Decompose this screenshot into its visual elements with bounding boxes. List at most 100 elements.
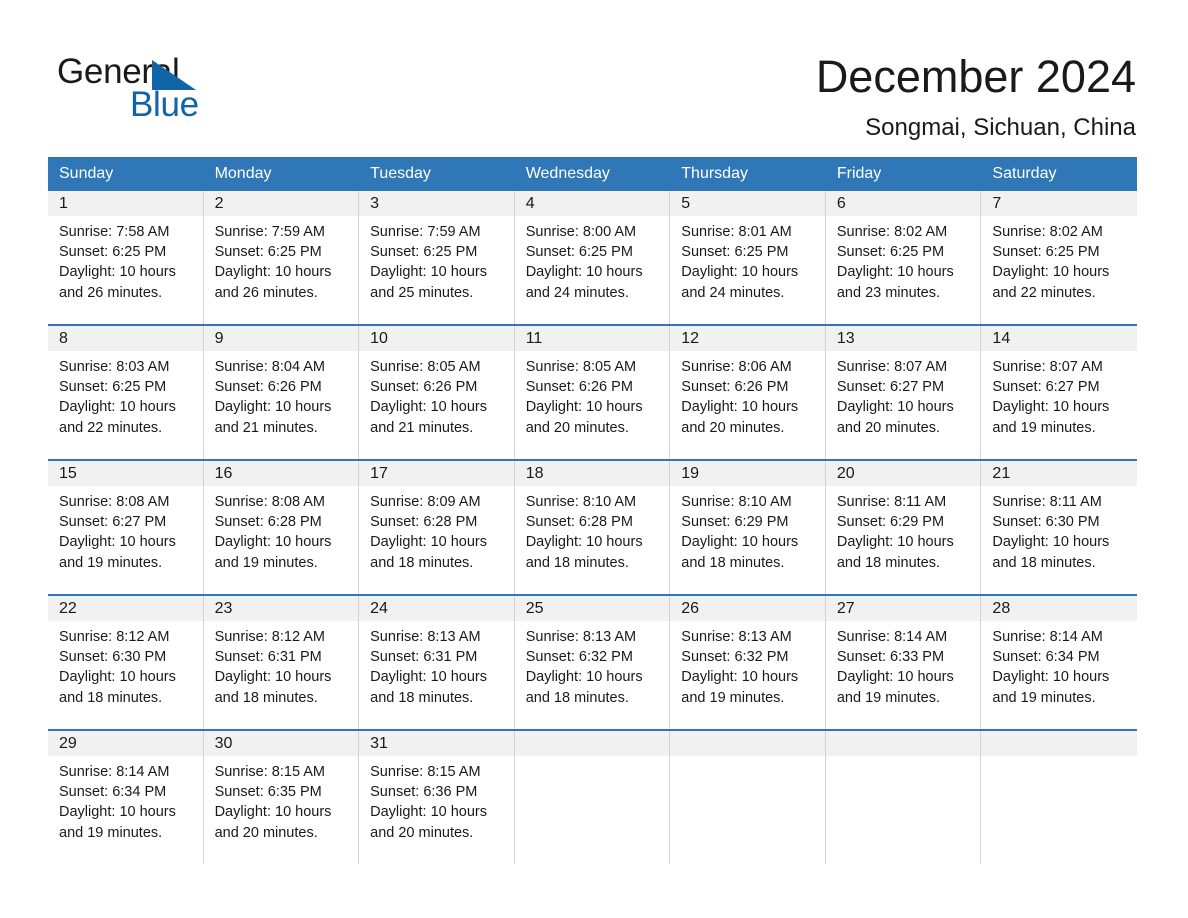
day-cell[interactable]: 16 Sunrise: 8:08 AM Sunset: 6:28 PM Dayl… [203, 461, 360, 594]
day-number-band: 6 [825, 191, 981, 216]
day-number: 1 [59, 195, 68, 212]
sunrise-text: Sunrise: 8:07 AM [836, 359, 948, 375]
day-number-band [981, 731, 1137, 756]
day-cell[interactable]: 26 Sunrise: 8:13 AM Sunset: 6:32 PM Dayl… [670, 596, 826, 729]
day-cell[interactable]: 8 Sunrise: 8:03 AM Sunset: 6:25 PM Dayli… [48, 326, 204, 459]
day-number-band: 2 [203, 191, 359, 216]
day-number: 8 [59, 330, 68, 347]
day-info: Sunrise: 8:01 AM Sunset: 6:25 PM Dayligh… [670, 216, 825, 303]
day-cell[interactable]: 29 Sunrise: 8:14 AM Sunset: 6:34 PM Dayl… [48, 731, 204, 864]
day-info [826, 756, 981, 762]
day-number: 23 [214, 600, 233, 617]
daylight-text: Daylight: 10 hours and 18 minutes. [836, 534, 954, 571]
sunset-text: Sunset: 6:27 PM [992, 379, 1100, 396]
daylight-text: Daylight: 10 hours and 22 minutes. [992, 264, 1110, 301]
day-number-band: 20 [825, 461, 981, 486]
day-cell[interactable]: 11 Sunrise: 8:05 AM Sunset: 6:26 PM Dayl… [514, 326, 671, 459]
day-info: Sunrise: 8:09 AM Sunset: 6:28 PM Dayligh… [359, 486, 514, 573]
day-cell[interactable]: 20 Sunrise: 8:11 AM Sunset: 6:29 PM Dayl… [825, 461, 982, 594]
week-row: 8 Sunrise: 8:03 AM Sunset: 6:25 PM Dayli… [48, 324, 1137, 459]
day-cell[interactable]: 28 Sunrise: 8:14 AM Sunset: 6:34 PM Dayl… [981, 596, 1137, 729]
day-info [515, 756, 670, 762]
day-cell[interactable]: 6 Sunrise: 8:02 AM Sunset: 6:25 PM Dayli… [825, 191, 982, 324]
day-number: 17 [370, 465, 388, 482]
daylight-text: Daylight: 10 hours and 25 minutes. [370, 264, 488, 301]
sunset-text: Sunset: 6:35 PM [214, 784, 322, 801]
day-info: Sunrise: 8:07 AM Sunset: 6:27 PM Dayligh… [981, 351, 1137, 438]
sunrise-text: Sunrise: 8:03 AM [59, 359, 170, 375]
daylight-text: Daylight: 10 hours and 21 minutes. [214, 399, 332, 436]
day-cell[interactable]: 1 Sunrise: 7:58 AM Sunset: 6:25 PM Dayli… [48, 191, 204, 324]
day-cell[interactable]: 9 Sunrise: 8:04 AM Sunset: 6:26 PM Dayli… [203, 326, 360, 459]
day-cell[interactable]: 4 Sunrise: 8:00 AM Sunset: 6:25 PM Dayli… [514, 191, 671, 324]
daylight-text: Daylight: 10 hours and 18 minutes. [681, 534, 799, 571]
day-number-band: 21 [981, 461, 1137, 486]
day-cell[interactable]: 23 Sunrise: 8:12 AM Sunset: 6:31 PM Dayl… [203, 596, 360, 729]
weekday-tuesday: Tuesday [370, 165, 431, 182]
day-cell[interactable]: 21 Sunrise: 8:11 AM Sunset: 6:30 PM Dayl… [981, 461, 1137, 594]
day-cell[interactable]: 27 Sunrise: 8:14 AM Sunset: 6:33 PM Dayl… [825, 596, 982, 729]
day-number: 16 [214, 465, 233, 482]
sunrise-text: Sunrise: 8:13 AM [525, 629, 637, 645]
week-row: 22 Sunrise: 8:12 AM Sunset: 6:30 PM Dayl… [48, 594, 1137, 729]
daylight-text: Daylight: 10 hours and 24 minutes. [681, 264, 799, 301]
day-cell[interactable]: 22 Sunrise: 8:12 AM Sunset: 6:30 PM Dayl… [48, 596, 204, 729]
day-cell[interactable]: 31 Sunrise: 8:15 AM Sunset: 6:36 PM Dayl… [359, 731, 515, 864]
day-info: Sunrise: 8:04 AM Sunset: 6:26 PM Dayligh… [204, 351, 359, 438]
sunrise-text: Sunrise: 8:00 AM [525, 224, 637, 240]
calendar-grid: Sunday Monday Tuesday Wednesday Thursday… [48, 157, 1137, 864]
daylight-text: Daylight: 10 hours and 26 minutes. [59, 264, 176, 301]
day-cell-empty [981, 731, 1137, 864]
sunrise-text: Sunrise: 8:14 AM [836, 629, 948, 645]
sunset-text: Sunset: 6:28 PM [525, 514, 633, 531]
day-number-band: 19 [670, 461, 825, 486]
sunrise-text: Sunrise: 8:07 AM [992, 359, 1103, 375]
day-number-band: 17 [359, 461, 514, 486]
day-cell[interactable]: 5 Sunrise: 8:01 AM Sunset: 6:25 PM Dayli… [670, 191, 826, 324]
day-number-band: 13 [825, 326, 981, 351]
day-cell[interactable]: 18 Sunrise: 8:10 AM Sunset: 6:28 PM Dayl… [514, 461, 671, 594]
day-number-band: 4 [514, 191, 670, 216]
day-info: Sunrise: 8:15 AM Sunset: 6:35 PM Dayligh… [204, 756, 359, 843]
day-cell-empty [670, 731, 826, 864]
sunrise-text: Sunrise: 8:04 AM [214, 359, 325, 375]
day-cell[interactable]: 15 Sunrise: 8:08 AM Sunset: 6:27 PM Dayl… [48, 461, 204, 594]
day-number-band: 1 [48, 191, 203, 216]
daylight-text: Daylight: 10 hours and 20 minutes. [525, 399, 643, 436]
day-cell[interactable]: 2 Sunrise: 7:59 AM Sunset: 6:25 PM Dayli… [203, 191, 360, 324]
sunset-text: Sunset: 6:25 PM [370, 244, 478, 261]
sunset-text: Sunset: 6:31 PM [370, 649, 478, 666]
sunrise-text: Sunrise: 7:59 AM [214, 224, 325, 240]
day-cell[interactable]: 7 Sunrise: 8:02 AM Sunset: 6:25 PM Dayli… [981, 191, 1137, 324]
day-cell[interactable]: 10 Sunrise: 8:05 AM Sunset: 6:26 PM Dayl… [359, 326, 515, 459]
day-info: Sunrise: 8:03 AM Sunset: 6:25 PM Dayligh… [48, 351, 203, 438]
daylight-text: Daylight: 10 hours and 18 minutes. [214, 669, 332, 706]
day-info: Sunrise: 8:12 AM Sunset: 6:31 PM Dayligh… [204, 621, 359, 708]
weekday-wednesday: Wednesday [525, 165, 610, 182]
day-info: Sunrise: 8:11 AM Sunset: 6:30 PM Dayligh… [981, 486, 1137, 573]
day-cell[interactable]: 24 Sunrise: 8:13 AM Sunset: 6:31 PM Dayl… [359, 596, 515, 729]
day-info: Sunrise: 8:15 AM Sunset: 6:36 PM Dayligh… [359, 756, 514, 843]
day-number-band: 16 [203, 461, 359, 486]
day-cell[interactable]: 3 Sunrise: 7:59 AM Sunset: 6:25 PM Dayli… [359, 191, 515, 324]
day-cell[interactable]: 12 Sunrise: 8:06 AM Sunset: 6:26 PM Dayl… [670, 326, 826, 459]
day-number: 2 [214, 195, 224, 212]
day-cell[interactable]: 19 Sunrise: 8:10 AM Sunset: 6:29 PM Dayl… [670, 461, 826, 594]
sunrise-text: Sunrise: 8:11 AM [836, 494, 947, 510]
daylight-text: Daylight: 10 hours and 19 minutes. [992, 399, 1110, 436]
sunset-text: Sunset: 6:25 PM [59, 244, 167, 261]
sunset-text: Sunset: 6:25 PM [525, 244, 633, 261]
sunset-text: Sunset: 6:30 PM [59, 649, 167, 666]
day-number-band: 29 [48, 731, 203, 756]
day-cell[interactable]: 14 Sunrise: 8:07 AM Sunset: 6:27 PM Dayl… [981, 326, 1137, 459]
day-cell[interactable]: 13 Sunrise: 8:07 AM Sunset: 6:27 PM Dayl… [825, 326, 982, 459]
day-cell[interactable]: 17 Sunrise: 8:09 AM Sunset: 6:28 PM Dayl… [359, 461, 515, 594]
daylight-text: Daylight: 10 hours and 26 minutes. [214, 264, 332, 301]
generalblue-logo[interactable]: General Blue [57, 53, 277, 124]
daylight-text: Daylight: 10 hours and 19 minutes. [836, 669, 954, 706]
day-cell[interactable]: 30 Sunrise: 8:15 AM Sunset: 6:35 PM Dayl… [203, 731, 360, 864]
day-info: Sunrise: 8:00 AM Sunset: 6:25 PM Dayligh… [515, 216, 670, 303]
day-number: 21 [992, 465, 1011, 482]
day-cell[interactable]: 25 Sunrise: 8:13 AM Sunset: 6:32 PM Dayl… [514, 596, 671, 729]
daylight-text: Daylight: 10 hours and 19 minutes. [59, 804, 176, 841]
